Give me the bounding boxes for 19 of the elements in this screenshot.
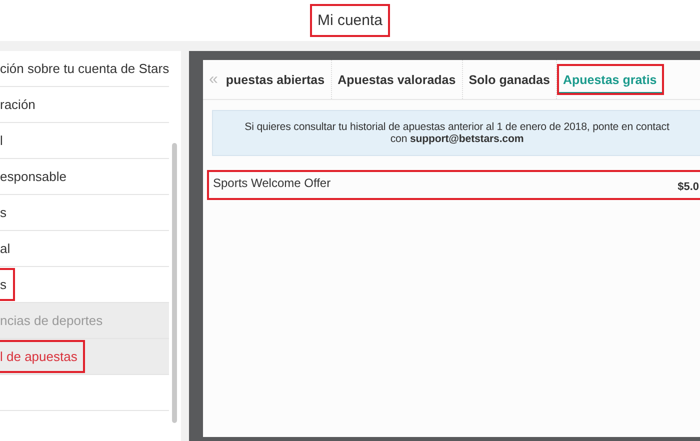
scrollbar[interactable] <box>172 143 177 423</box>
highlight-frame: s <box>0 196 14 229</box>
tab[interactable]: puestas abiertas <box>220 60 332 99</box>
highlight-frame: ncias de deportes <box>0 304 111 337</box>
page-title: Mi cuenta <box>310 4 390 37</box>
sidebar-item[interactable]: l de apuestas <box>0 339 169 375</box>
info-text: Si quieres consultar tu historial de apuestas anterior al 1 de enero de 2018, ponte en contact <box>244 121 670 133</box>
highlight-frame: al <box>0 232 18 265</box>
offer-name: Sports Welcome Offer <box>213 175 331 192</box>
highlight-frame: l <box>0 124 11 157</box>
info-text: con support@betstars.com <box>390 133 524 145</box>
tab[interactable]: Solo ganadas <box>462 60 557 99</box>
highlight-frame: s <box>0 268 14 301</box>
highlight-frame: ración <box>0 88 44 121</box>
highlight-frame: esponsable <box>0 160 74 193</box>
highlight-frame: l de apuestas <box>0 340 86 373</box>
offer-amount: $5.0 <box>678 180 699 195</box>
tab[interactable]: Apuestas valoradas <box>332 60 463 99</box>
sidebar-item[interactable]: s <box>0 267 169 303</box>
